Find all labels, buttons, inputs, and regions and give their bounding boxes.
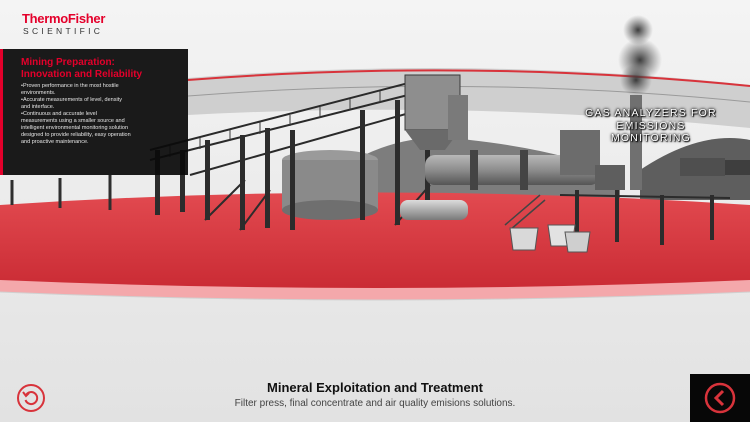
brand-subname: SCIENTIFIC	[23, 26, 104, 36]
gas-analyzers-callout[interactable]: GAS ANALYZERS FOR EMISSIONS MONITORING	[566, 107, 736, 145]
reset-button[interactable]	[14, 383, 48, 413]
brand-name: ThermoFisher	[22, 11, 106, 26]
info-title: Mining Preparation: Innovation and Relia…	[21, 57, 178, 80]
info-title-line-2: Innovation and Reliability	[21, 68, 143, 80]
info-bullet-cont: designed to provide reliability, easy op…	[21, 132, 131, 138]
chevron-left-circle-icon	[704, 382, 736, 414]
info-bullet-list: Proven performance in the most hostile e…	[21, 83, 178, 146]
thermo-fisher-logo: ThermoFisher SCIENTIFIC	[22, 11, 142, 37]
callout-line-2: EMISSIONS	[616, 119, 686, 132]
info-bullet-cont: measurements using a smaller source and	[21, 118, 125, 124]
info-bullet: Accurate measurements of level, density	[21, 97, 178, 104]
section-subtitle: Filter press, final concentrate and air …	[234, 398, 516, 409]
info-bullet-cont: intelligent environmental monitoring sol…	[21, 125, 129, 131]
section-title: Mineral Exploitation and Treatment	[267, 380, 483, 395]
rotate-ccw-icon	[17, 384, 45, 412]
info-panel: Mining Preparation: Innovation and Relia…	[0, 49, 188, 175]
info-bullet: Proven performance in the most hostile	[21, 83, 178, 90]
callout-line-3: MONITORING	[610, 132, 692, 144]
info-bullet-cont: and proactive maintenance.	[21, 139, 89, 145]
info-bullet-cont: environments.	[21, 90, 56, 96]
info-bullet-cont: and interface.	[21, 104, 55, 110]
nav-panel	[690, 374, 750, 422]
callout-line-1: GAS ANALYZERS FOR	[585, 107, 717, 119]
info-bullet: Continuous and accurate level	[21, 111, 178, 118]
back-button[interactable]	[704, 382, 736, 414]
info-title-line-1: Mining Preparation:	[21, 57, 115, 68]
